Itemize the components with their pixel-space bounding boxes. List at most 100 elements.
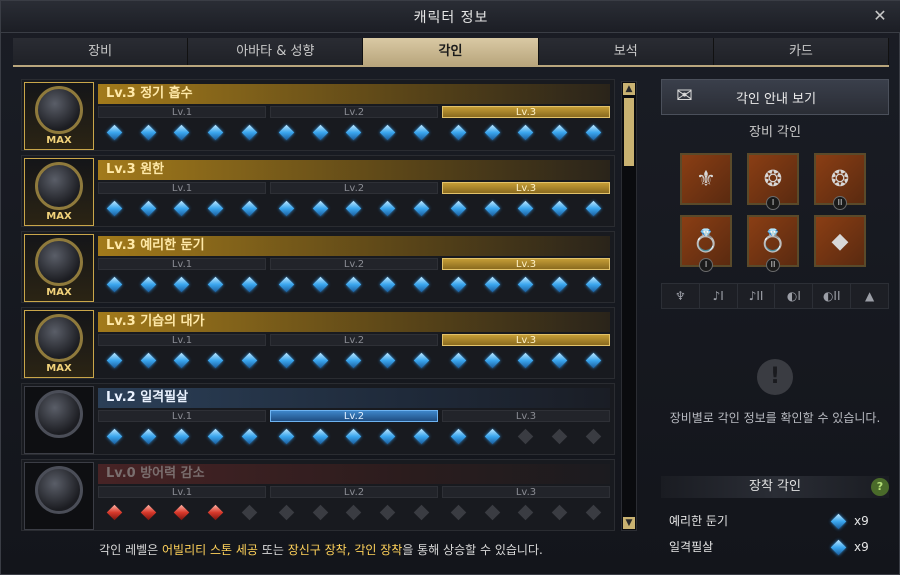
tab-cards[interactable]: 카드 bbox=[713, 38, 890, 65]
equipment-slot[interactable]: 💍 I bbox=[680, 215, 732, 272]
engraving-gem-icon bbox=[830, 513, 847, 530]
gem-row bbox=[98, 422, 266, 450]
equipment-slots: ⚜ ❂ I ❂ II 💍 I 💍 II ◆ bbox=[680, 153, 866, 272]
engraving-gem-icon bbox=[279, 200, 295, 216]
max-label: MAX bbox=[46, 362, 72, 374]
level-label: Lv.2 bbox=[270, 486, 438, 498]
level-column: Lv.1 bbox=[98, 258, 266, 300]
engraving-gem-icon bbox=[140, 352, 157, 368]
engraving-levels: Lv.1 Lv.2 Lv.3 bbox=[98, 182, 610, 224]
engraving-gem-icon bbox=[279, 124, 295, 140]
tab-avatar-personality[interactable]: 아바타 & 성향 bbox=[188, 38, 364, 65]
filter-item-icon[interactable]: ◐I bbox=[775, 284, 814, 308]
level-column: Lv.1 bbox=[98, 106, 266, 148]
engraving-gem-icon bbox=[551, 352, 568, 368]
exclamation-icon: ! bbox=[757, 359, 793, 395]
engraving-emblem-icon: MAX bbox=[24, 82, 94, 150]
gem-row bbox=[98, 498, 266, 526]
engraving-gem-icon bbox=[379, 352, 396, 368]
level-column: Lv.3 bbox=[442, 258, 610, 300]
engraving-gem-icon bbox=[346, 200, 362, 216]
tab-equipment[interactable]: 장비 bbox=[13, 38, 189, 65]
help-icon[interactable]: ? bbox=[871, 478, 889, 496]
level-label: Lv.1 bbox=[98, 258, 266, 270]
guide-book-icon: ✉ bbox=[676, 83, 693, 107]
filter-item-icon[interactable]: ▲ bbox=[851, 284, 888, 308]
max-label: MAX bbox=[46, 286, 72, 298]
filter-item-icon[interactable]: ♪II bbox=[738, 284, 776, 308]
engraving-gem-icon bbox=[413, 428, 429, 444]
scroll-up-icon[interactable]: ▲ bbox=[623, 83, 635, 95]
engraving-title: Lv.3 예리한 둔기 bbox=[98, 236, 610, 256]
empty-gem-icon bbox=[451, 504, 467, 520]
engraving-gem-icon bbox=[174, 200, 190, 216]
max-label: MAX bbox=[46, 210, 72, 222]
level-column: Lv.1 bbox=[98, 334, 266, 376]
engraving-gem-icon bbox=[207, 428, 224, 444]
equipped-row: 예리한 둔기 x9 bbox=[661, 509, 889, 533]
scroll-thumb[interactable] bbox=[624, 98, 634, 166]
empty-gem-icon bbox=[551, 428, 568, 444]
engraving-gem-icon bbox=[107, 428, 123, 444]
level-column: Lv.1 bbox=[98, 486, 266, 528]
equipped-name: 일격필살 bbox=[669, 540, 714, 554]
engraving-gem-icon bbox=[207, 276, 224, 292]
tab-gems[interactable]: 보석 bbox=[538, 38, 714, 65]
engraving-row[interactable]: Lv.2 일격필살 Lv.1 Lv.2 Lv.3 bbox=[21, 383, 615, 455]
engraving-gem-icon bbox=[413, 200, 429, 216]
level-label: Lv.1 bbox=[98, 334, 266, 346]
level-label: Lv.1 bbox=[98, 410, 266, 422]
empty-gem-icon bbox=[379, 504, 396, 520]
engraving-gem-icon bbox=[140, 124, 157, 140]
engraving-gem-icon bbox=[484, 352, 501, 368]
gem-row bbox=[270, 346, 438, 374]
engraving-gem-icon bbox=[484, 200, 501, 216]
title-bar: 캐릭터 정보 ✕ bbox=[1, 1, 900, 33]
engraving-gem-icon bbox=[107, 352, 123, 368]
engraving-levels: Lv.1 Lv.2 Lv.3 bbox=[98, 258, 610, 300]
engraving-row[interactable]: MAX Lv.3 기습의 대가 Lv.1 Lv.2 Lv.3 bbox=[21, 307, 615, 379]
empty-gem-icon bbox=[312, 504, 329, 520]
engraving-gem-icon bbox=[140, 428, 157, 444]
engraving-gem-icon bbox=[312, 428, 329, 444]
engraving-row[interactable]: MAX Lv.3 예리한 둔기 Lv.1 Lv.2 Lv.3 bbox=[21, 231, 615, 303]
engraving-guide-button[interactable]: ✉ 각인 안내 보기 bbox=[661, 79, 889, 115]
info-text: 장비별로 각인 정보를 확인할 수 있습니다. bbox=[669, 411, 881, 425]
filter-item-icon[interactable]: ♪I bbox=[700, 284, 738, 308]
gem-row bbox=[442, 498, 610, 526]
equipment-slot[interactable]: 💍 II bbox=[747, 215, 799, 272]
engraving-gem-icon bbox=[484, 428, 501, 444]
info-block: ! 장비별로 각인 정보를 확인할 수 있습니다. bbox=[661, 359, 889, 426]
engraving-row[interactable]: MAX Lv.3 원한 Lv.1 Lv.2 Lv.3 bbox=[21, 155, 615, 227]
filter-item-icon[interactable]: ♆ bbox=[662, 284, 700, 308]
engraving-gem-icon bbox=[518, 276, 534, 292]
gem-row bbox=[442, 118, 610, 146]
engraving-gem-icon bbox=[107, 124, 123, 140]
tab-engraving[interactable]: 각인 bbox=[363, 38, 539, 65]
engraving-gem-icon bbox=[174, 352, 190, 368]
engraving-guide-label: 각인 안내 보기 bbox=[736, 91, 817, 107]
engraving-gem-icon bbox=[551, 200, 568, 216]
engraving-gem-icon bbox=[451, 428, 467, 444]
equipment-slot[interactable]: ❂ II bbox=[814, 153, 866, 210]
empty-gem-icon bbox=[279, 504, 295, 520]
close-icon[interactable]: ✕ bbox=[869, 5, 891, 27]
engraving-row[interactable]: MAX Lv.3 정기 흡수 Lv.1 Lv.2 Lv.3 bbox=[21, 79, 615, 151]
equipment-slot[interactable]: ◆ bbox=[814, 215, 866, 267]
equipment-slot[interactable]: ❂ I bbox=[747, 153, 799, 210]
engraving-row[interactable]: Lv.0 방어력 감소 Lv.1 Lv.2 Lv.3 bbox=[21, 459, 615, 531]
engraving-gem-icon bbox=[451, 352, 467, 368]
filter-item-icon[interactable]: ◐II bbox=[813, 284, 852, 308]
scroll-down-icon[interactable]: ▼ bbox=[623, 517, 635, 529]
engraving-levels: Lv.1 Lv.2 Lv.3 bbox=[98, 410, 610, 452]
penalty-gem-icon bbox=[207, 504, 224, 520]
level-column: Lv.2 bbox=[270, 410, 438, 452]
empty-gem-icon bbox=[585, 428, 601, 444]
engraving-gem-icon bbox=[585, 200, 601, 216]
slot-index-badge: I bbox=[699, 258, 713, 272]
equipped-engraving-title: 장착 각인 bbox=[661, 476, 889, 498]
scrollbar[interactable]: ▲ ▼ bbox=[621, 81, 637, 531]
level-column: Lv.3 bbox=[442, 106, 610, 148]
equipped-name: 예리한 둔기 bbox=[669, 514, 729, 528]
equipment-slot[interactable]: ⚜ bbox=[680, 153, 732, 205]
